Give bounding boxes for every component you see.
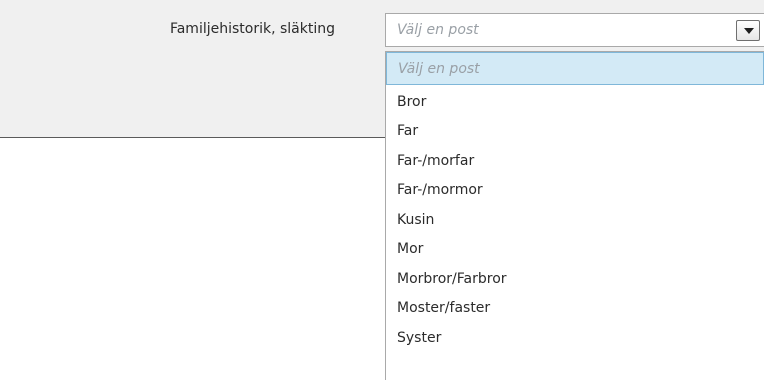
relative-select[interactable]: Välj en post bbox=[385, 13, 764, 47]
option-mor[interactable]: Mor bbox=[386, 234, 764, 264]
option-placeholder[interactable]: Välj en post bbox=[386, 52, 764, 85]
option-moster-faster[interactable]: Moster/faster bbox=[386, 293, 764, 323]
option-kusin[interactable]: Kusin bbox=[386, 205, 764, 235]
dropdown-toggle-button[interactable] bbox=[736, 20, 760, 41]
option-far-morfar[interactable]: Far-/morfar bbox=[386, 146, 764, 176]
field-label: Familjehistorik, släkting bbox=[169, 21, 335, 37]
chevron-down-icon bbox=[744, 28, 754, 34]
option-far-mormor[interactable]: Far-/mormor bbox=[386, 175, 764, 205]
option-bror[interactable]: Bror bbox=[386, 87, 764, 117]
dropdown-list: Välj en post Bror Far Far-/morfar Far-/m… bbox=[385, 51, 764, 380]
option-far[interactable]: Far bbox=[386, 116, 764, 146]
select-placeholder: Välj en post bbox=[397, 22, 479, 38]
option-morbror-farbror[interactable]: Morbror/Farbror bbox=[386, 264, 764, 294]
option-syster[interactable]: Syster bbox=[386, 323, 764, 353]
